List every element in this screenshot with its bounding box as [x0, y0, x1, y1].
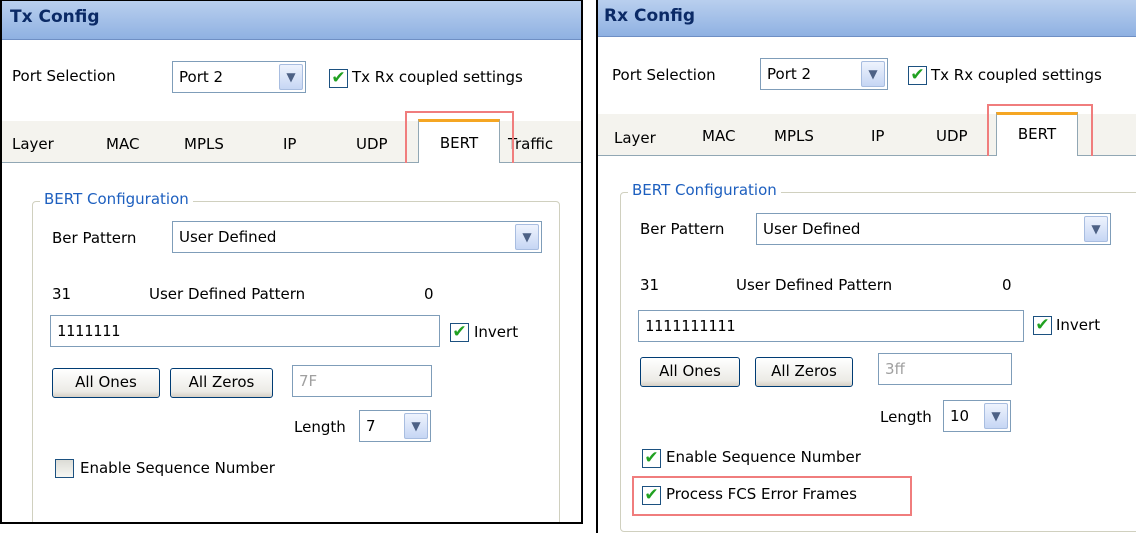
- rx-bert-content: BERT Configuration Ber Pattern User Defi…: [598, 156, 1136, 533]
- rx-coupled-checkbox[interactable]: ✔: [908, 66, 927, 85]
- rx-tab-layer[interactable]: Layer: [614, 129, 656, 147]
- tx-coupled-label: Tx Rx coupled settings: [352, 68, 523, 86]
- rx-config-panel: Rx Config Port Selection Port 2 ▼ ✔ Tx R…: [596, 0, 1136, 533]
- tx-tab-mpls[interactable]: MPLS: [184, 135, 224, 153]
- rx-ber-pattern-dropdown[interactable]: User Defined ▼: [756, 213, 1111, 245]
- tx-coupled-checkbox[interactable]: ✔: [329, 69, 348, 88]
- rx-pattern-input[interactable]: 1111111111: [638, 310, 1024, 342]
- tx-port-selection-label: Port Selection: [12, 67, 116, 85]
- rx-user-defined-pattern-label: User Defined Pattern: [736, 276, 893, 294]
- tx-length-dropdown[interactable]: 7 ▼: [359, 410, 431, 442]
- rx-port-value: Port 2: [767, 65, 812, 83]
- chevron-down-icon[interactable]: ▼: [404, 413, 428, 439]
- tx-bert-content: BERT Configuration Ber Pattern User Defi…: [2, 163, 581, 522]
- chevron-down-icon[interactable]: ▼: [515, 224, 539, 250]
- tx-bert-group-title: BERT Configuration: [40, 190, 193, 208]
- tx-port-dropdown[interactable]: Port 2 ▼: [172, 61, 306, 93]
- rx-length-label: Length: [880, 408, 932, 426]
- tx-user-defined-pattern-label: User Defined Pattern: [149, 285, 306, 303]
- tx-tab-udp[interactable]: UDP: [356, 135, 388, 153]
- tx-invert-checkbox[interactable]: ✔: [450, 323, 469, 342]
- rx-all-zeros-button[interactable]: All Zeros: [755, 357, 853, 387]
- tx-all-zeros-button[interactable]: All Zeros: [170, 368, 273, 398]
- rx-port-selection-label: Port Selection: [612, 66, 716, 84]
- tx-tab-mac[interactable]: MAC: [106, 135, 139, 153]
- rx-sequence-number-label: Enable Sequence Number: [666, 448, 861, 466]
- rx-length-dropdown[interactable]: 10 ▼: [943, 400, 1011, 432]
- tx-config-panel: Tx Config Port Selection Port 2 ▼ ✔ Tx R…: [0, 0, 583, 524]
- rx-tab-ip[interactable]: IP: [871, 127, 884, 145]
- tx-ber-pattern-dropdown[interactable]: User Defined ▼: [172, 221, 542, 253]
- rx-coupled-label: Tx Rx coupled settings: [931, 66, 1102, 84]
- rx-tab-mac[interactable]: MAC: [702, 127, 735, 145]
- rx-config-title: Rx Config: [598, 0, 1136, 37]
- tx-all-ones-button[interactable]: All Ones: [52, 368, 160, 398]
- chevron-down-icon[interactable]: ▼: [279, 64, 303, 90]
- tx-config-title: Tx Config: [2, 1, 581, 40]
- rx-bert-group-title: BERT Configuration: [628, 181, 781, 199]
- tx-pattern-input[interactable]: 1111111: [50, 315, 440, 347]
- rx-tab-udp[interactable]: UDP: [936, 127, 968, 145]
- tx-tab-traffic[interactable]: Traffic: [508, 135, 553, 153]
- tx-hex-value-field: 7F: [292, 365, 432, 397]
- rx-bit-start-label: 31: [640, 276, 660, 294]
- chevron-down-icon[interactable]: ▼: [984, 403, 1008, 429]
- rx-fcs-highlight: [632, 476, 912, 516]
- chevron-down-icon[interactable]: ▼: [1084, 216, 1108, 242]
- tx-length-label: Length: [294, 418, 346, 436]
- rx-all-ones-button[interactable]: All Ones: [640, 357, 740, 387]
- tx-tab-ip[interactable]: IP: [283, 135, 296, 153]
- tx-tab-layer[interactable]: Layer: [12, 135, 54, 153]
- tx-invert-label: Invert: [474, 323, 519, 341]
- rx-length-value: 10: [950, 407, 970, 425]
- rx-ber-pattern-value: User Defined: [763, 220, 861, 238]
- tx-sequence-number-checkbox[interactable]: [55, 459, 74, 478]
- chevron-down-icon[interactable]: ▼: [861, 61, 885, 87]
- tx-bit-end-label: 0: [424, 285, 434, 303]
- rx-ber-pattern-label: Ber Pattern: [640, 220, 725, 238]
- rx-port-dropdown[interactable]: Port 2 ▼: [760, 58, 888, 90]
- tx-ber-pattern-label: Ber Pattern: [52, 229, 137, 247]
- tx-length-value: 7: [366, 417, 376, 435]
- tx-bit-start-label: 31: [52, 285, 72, 303]
- tx-port-value: Port 2: [179, 68, 224, 86]
- rx-sequence-number-checkbox[interactable]: ✔: [642, 449, 661, 468]
- rx-bit-end-label: 0: [1002, 276, 1012, 294]
- rx-hex-value-field: 3ff: [878, 353, 1012, 385]
- tx-sequence-number-label: Enable Sequence Number: [80, 459, 275, 477]
- tx-ber-pattern-value: User Defined: [179, 228, 277, 246]
- rx-invert-label: Invert: [1056, 316, 1101, 334]
- rx-tab-mpls[interactable]: MPLS: [774, 127, 814, 145]
- rx-invert-checkbox[interactable]: ✔: [1033, 316, 1052, 335]
